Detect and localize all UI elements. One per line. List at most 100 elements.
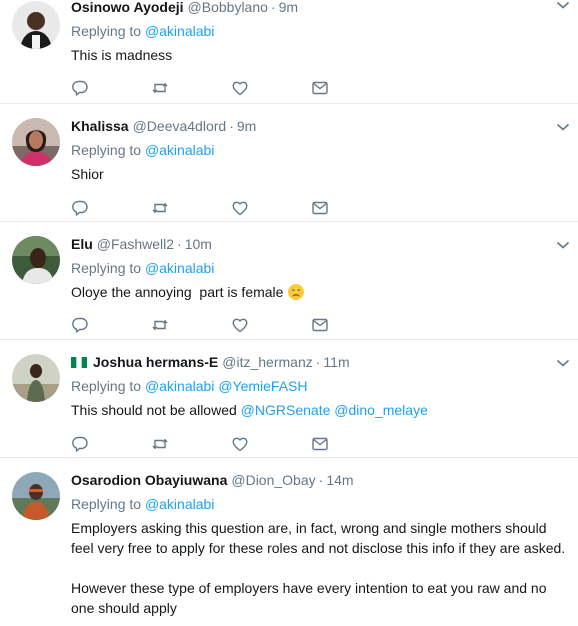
tweet-paragraph: This should not be allowed @NGRSenate @d… [71,400,568,420]
direct-message-icon [312,81,328,95]
heart-icon [232,201,248,216]
retweet-button[interactable] [151,199,231,217]
retweet-icon [152,202,168,214]
display-name[interactable]: Khalissa [71,117,129,135]
tweet-paragraph: Shior [71,166,104,182]
timestamp[interactable]: 14m [326,471,353,489]
retweet-button[interactable] [151,316,231,334]
user-handle[interactable]: @Dion_Obay [231,471,315,489]
avatar[interactable] [12,1,60,49]
like-button[interactable] [231,316,311,334]
mention-link[interactable]: @akinalabi [145,496,214,512]
replying-to: Replying to @akinalabi [71,259,568,277]
tweet-text: This should not be allowed @NGRSenate @d… [71,400,568,420]
like-button[interactable] [231,79,311,97]
crying-face-emoji [288,284,305,300]
replying-to: Replying to @akinalabi [71,495,568,513]
replying-label: Replying to [71,23,142,39]
separator: · [270,0,276,15]
reply-button[interactable] [71,316,151,334]
tweet-text-content: This should not be allowed [71,402,237,418]
avatar[interactable] [12,472,60,520]
tweet-paragraph: However these type of employers have eve… [71,580,547,616]
user-handle[interactable]: @itz_hermanz [222,353,312,371]
tweet-actions [71,79,568,97]
tweet[interactable]: Joshua hermans-E @itz_hermanz · 11m Repl… [0,340,578,458]
tweet-paragraph: This is madness [71,47,173,63]
tweet-header: Elu @Fashwell2 · 10m [71,235,568,253]
display-name[interactable]: Osinowo Ayodeji [71,0,184,16]
tweet-actions [71,316,568,334]
reply-icon [72,80,88,96]
user-handle[interactable]: @Fashwell2 [97,235,174,253]
replying-label: Replying to [71,378,142,394]
like-button[interactable] [231,435,311,453]
retweet-icon [152,82,168,94]
direct-message-icon [312,318,328,332]
separator: · [318,472,324,488]
chevron-down-icon[interactable] [556,122,570,132]
separator: · [177,236,182,252]
reply-button[interactable] [71,199,151,217]
message-button[interactable] [311,316,391,334]
reply-icon [72,200,88,216]
replying-to: Replying to @akinalabi [71,22,568,40]
tweet-feed: Osinowo Ayodeji @Bobbylano · 9m Replying… [0,0,578,626]
direct-message-icon [312,201,328,215]
direct-message-icon [312,437,328,451]
mention-link[interactable]: @NGRSenate [241,402,331,418]
chevron-down-icon[interactable] [556,358,570,368]
user-handle[interactable]: @Deeva4dlord [133,117,227,135]
reply-button[interactable] [71,435,151,453]
replying-label: Replying to [71,260,142,276]
timestamp[interactable]: 10m [185,235,212,253]
mention-link[interactable]: @akinalabi [145,378,214,394]
retweet-button[interactable] [151,79,231,97]
tweet-text: This is madness [71,45,568,65]
display-name[interactable]: Osarodion Obayiuwana [71,471,227,489]
timestamp[interactable]: 9m [237,117,256,135]
mention-link[interactable]: @akinalabi [145,23,214,39]
user-handle[interactable]: @Bobbylano [188,0,268,16]
separator: · [229,118,234,134]
tweet[interactable]: Osinowo Ayodeji @Bobbylano · 9m Replying… [0,0,578,104]
mention-link[interactable]: @dino_melaye [334,402,428,418]
tweet-text-content: Oloye the annoying part is female [71,284,284,300]
avatar[interactable] [12,354,60,402]
tweet[interactable]: Khalissa @Deeva4dlord · 9m Replying to @… [0,104,578,222]
reply-icon [72,436,88,452]
mention-link[interactable]: @akinalabi [145,260,214,276]
nigeria-flag-icon [71,357,87,368]
tweet[interactable]: Elu @Fashwell2 · 10m Replying to @akinal… [0,222,578,340]
retweet-icon [152,438,168,450]
message-button[interactable] [311,199,391,217]
tweet-paragraph: Employers asking this question are, in f… [71,520,566,556]
mention-link[interactable]: @YemieFASH [218,378,307,394]
avatar[interactable] [12,236,60,284]
heart-icon [232,81,248,96]
mention-link[interactable]: @akinalabi [145,142,214,158]
tweet-header: Joshua hermans-E @itz_hermanz · 11m [71,353,568,371]
tweet-actions [71,435,568,453]
timestamp[interactable]: 11m [323,353,349,371]
like-button[interactable] [231,199,311,217]
tweet[interactable]: Osarodion Obayiuwana @Dion_Obay · 14m Re… [0,458,578,624]
replying-label: Replying to [71,142,142,158]
retweet-button[interactable] [151,435,231,453]
timestamp[interactable]: 9m [279,0,298,16]
message-button[interactable] [311,79,391,97]
replying-to: Replying to @akinalabi @YemieFASH [71,377,568,395]
reply-button[interactable] [71,79,151,97]
chevron-down-icon[interactable] [556,0,570,10]
avatar[interactable] [12,118,60,166]
tweet-text: Shior [71,164,568,184]
heart-icon [232,318,248,333]
display-name[interactable]: Elu [71,235,93,253]
message-button[interactable] [311,435,391,453]
display-name[interactable]: Joshua hermans-E [93,353,218,371]
retweet-icon [152,319,168,331]
tweet-actions [71,199,568,217]
chevron-down-icon[interactable] [556,240,570,250]
separator: · [315,354,321,370]
tweet-header: Osinowo Ayodeji @Bobbylano · 9m [71,0,568,16]
